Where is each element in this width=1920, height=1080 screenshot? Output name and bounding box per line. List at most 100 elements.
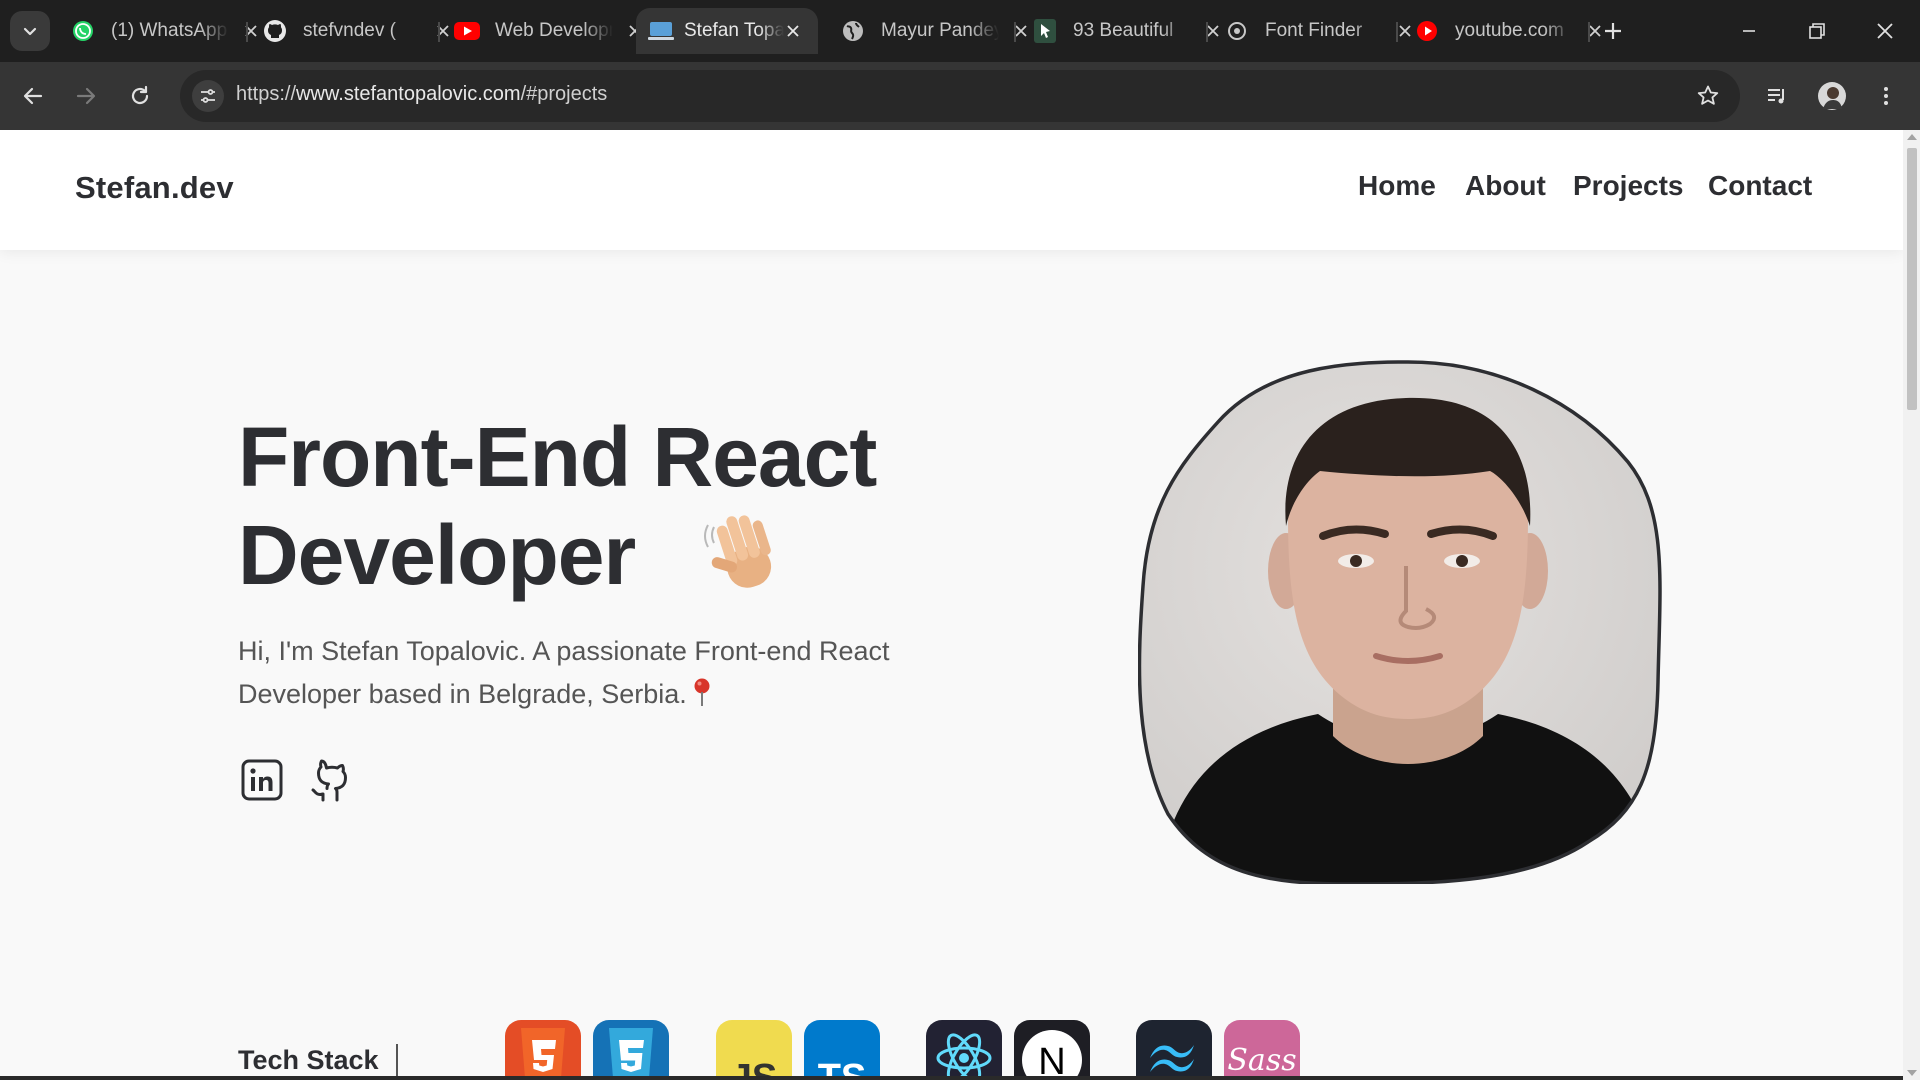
browser-menu-button[interactable]	[1866, 76, 1906, 116]
more-vertical-icon	[1884, 87, 1888, 105]
typescript-icon: TS	[804, 1020, 880, 1080]
site-logo[interactable]: Stefan.dev	[75, 170, 234, 206]
tab-separator	[438, 22, 440, 42]
reload-button[interactable]	[120, 76, 160, 116]
linkedin-icon[interactable]	[240, 758, 284, 802]
playlist-icon	[1768, 89, 1784, 104]
waving-hand-icon	[704, 515, 772, 588]
chevron-down-icon	[23, 27, 37, 36]
star-icon	[1697, 85, 1719, 105]
nextjs-icon: N	[1014, 1020, 1090, 1080]
tab-web-development[interactable]: Web Development	[454, 8, 641, 54]
youtube-icon	[454, 18, 480, 44]
site-header: Stefan.dev Home About Projects Contact	[0, 130, 1903, 250]
sass-glyph: Sass	[1227, 1043, 1296, 1078]
nextjs-glyph: N	[1038, 1041, 1065, 1080]
restore-button[interactable]	[1794, 14, 1840, 48]
hero-title-line2: Developer	[238, 508, 636, 602]
new-tab-button[interactable]	[1599, 17, 1627, 45]
tab-separator	[1014, 22, 1016, 42]
arrow-left-icon	[23, 87, 43, 105]
plus-icon	[1605, 23, 1621, 39]
profile-button[interactable]	[1812, 76, 1852, 116]
scroll-down-arrow-icon[interactable]	[1907, 1070, 1917, 1076]
viewport-bottom-edge	[0, 1076, 1903, 1080]
minimize-icon	[1743, 30, 1755, 32]
whatsapp-icon	[70, 18, 96, 44]
nav-link-contact[interactable]: Contact	[1708, 170, 1812, 202]
site-favicon	[648, 18, 674, 44]
tab-title: (1) WhatsApp	[111, 20, 228, 41]
address-bar[interactable]: https://www.stefantopalovic.com/#project…	[180, 70, 1740, 122]
back-button[interactable]	[13, 76, 53, 116]
vertical-scrollbar[interactable]	[1903, 130, 1920, 1080]
window-close-button[interactable]	[1862, 14, 1908, 48]
tech-stack-divider	[396, 1044, 398, 1080]
javascript-icon: JS	[716, 1020, 792, 1080]
tune-icon	[201, 89, 215, 103]
font-finder-icon	[1224, 18, 1250, 44]
tab-separator	[1588, 22, 1590, 42]
profile-photo	[1138, 360, 1662, 884]
tab-mayur-pandey[interactable]: Mayur Pandey	[840, 8, 1027, 54]
globe-icon	[840, 18, 866, 44]
tab-search-button[interactable]	[10, 11, 50, 51]
nav-link-projects[interactable]: Projects	[1573, 170, 1684, 202]
restore-icon	[1809, 23, 1825, 39]
react-icon	[926, 1020, 1002, 1080]
tab-separator	[1396, 22, 1398, 42]
github-icon[interactable]	[308, 757, 352, 803]
close-icon[interactable]	[782, 20, 804, 42]
page-viewport: Stefan.dev Home About Projects Contact F…	[0, 130, 1903, 1080]
url-host: www.stefantopalovic.com	[296, 83, 521, 105]
forward-button[interactable]	[66, 76, 106, 116]
url-text[interactable]: https://www.stefantopalovic.com/#project…	[236, 83, 607, 106]
tech-stack-label: Tech Stack	[238, 1045, 379, 1075]
nav-link-home[interactable]: Home	[1358, 170, 1436, 202]
minimize-button[interactable]	[1726, 14, 1772, 48]
browser-toolbar: https://www.stefantopalovic.com/#project…	[0, 62, 1920, 130]
hero-bio: Hi, I'm Stefan Topalovic. A passionate F…	[238, 630, 998, 716]
tab-title: Stefan Topalovic	[684, 20, 784, 41]
nav-link-about[interactable]: About	[1465, 170, 1546, 202]
close-icon	[1877, 23, 1893, 39]
hero-bio-line2: Developer based in Belgrade, Serbia.	[238, 679, 687, 709]
url-scheme: https://	[236, 83, 297, 105]
sass-icon: Sass	[1224, 1020, 1300, 1080]
tab-title: stefvndev (	[303, 20, 396, 41]
tab-separator	[246, 22, 248, 42]
tab-title: 93 Beautiful	[1073, 20, 1174, 41]
reload-icon	[131, 85, 149, 105]
tab-title: youtube.com	[1455, 20, 1564, 41]
hero-bio-line1: Hi, I'm Stefan Topalovic. A passionate F…	[238, 636, 890, 666]
tab-youtube[interactable]: youtube.com	[1414, 8, 1601, 54]
tab-title: Font Finder	[1265, 20, 1363, 41]
arrow-right-icon	[76, 87, 96, 105]
tab-font-finder[interactable]: Font Finder	[1224, 8, 1411, 54]
map-pin-icon	[694, 678, 710, 706]
browser-tab-strip: (1) WhatsApp stefvndev ( Web Development…	[0, 0, 1920, 62]
url-path: /#projects	[520, 83, 608, 105]
tab-title: Mayur Pandey	[881, 20, 999, 41]
scroll-up-arrow-icon[interactable]	[1907, 134, 1917, 140]
github-icon	[262, 18, 288, 44]
tab-github[interactable]: stefvndev (	[262, 8, 449, 54]
close-icon[interactable]	[240, 20, 262, 42]
css3-icon	[593, 1020, 669, 1080]
avatar	[1818, 82, 1846, 110]
scrollbar-thumb[interactable]	[1907, 148, 1917, 410]
tab-separator	[1206, 22, 1208, 42]
html5-icon	[505, 1020, 581, 1080]
cursor-favicon	[1032, 18, 1058, 44]
tab-title: Web Development	[495, 20, 613, 41]
tab-whatsapp[interactable]: (1) WhatsApp	[70, 8, 257, 54]
hero-title-line1: Front-End React	[238, 410, 877, 504]
site-settings-button[interactable]	[192, 80, 224, 112]
media-controls-button[interactable]	[1757, 76, 1797, 116]
tab-93-beautiful[interactable]: 93 Beautiful	[1032, 8, 1219, 54]
bookmark-button[interactable]	[1694, 82, 1722, 110]
tab-stefan-topalovic[interactable]: Stefan Topalovic	[636, 8, 818, 54]
close-icon[interactable]	[432, 20, 454, 42]
tailwind-icon	[1136, 1020, 1212, 1080]
youtube-icon	[1414, 18, 1440, 44]
